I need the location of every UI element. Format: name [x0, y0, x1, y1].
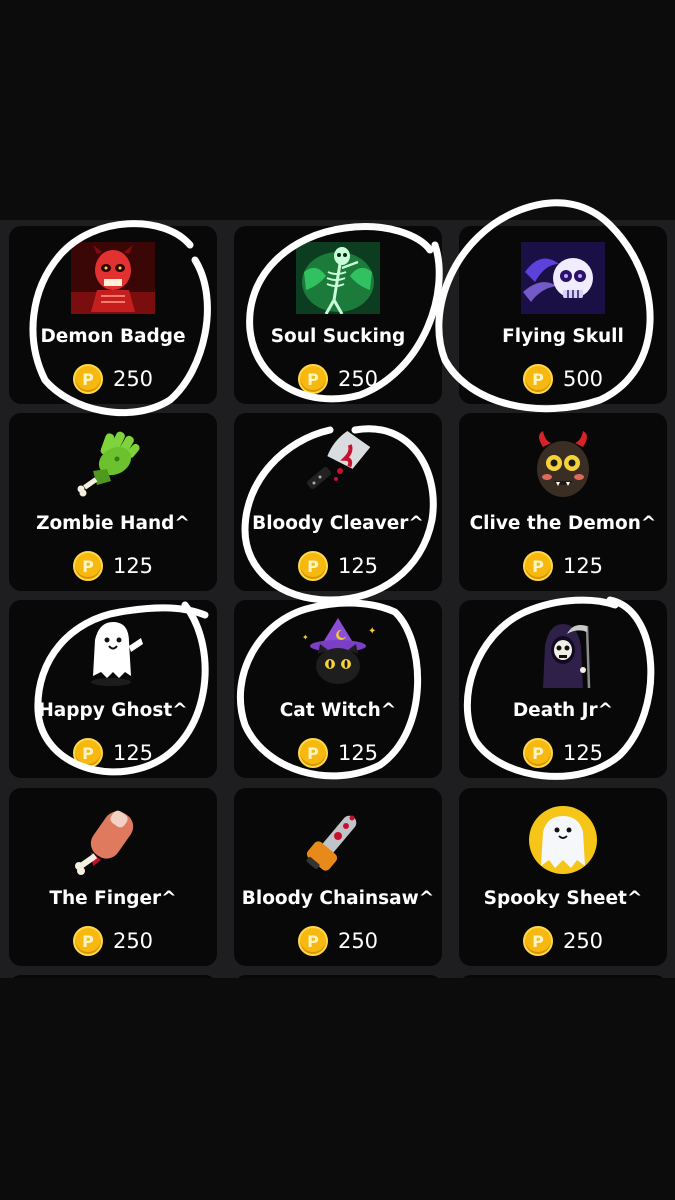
coin-icon: P [297, 926, 328, 956]
item-price: 250 [337, 367, 379, 391]
price-row: P 250 [9, 364, 217, 394]
coin-icon: P [72, 364, 103, 394]
price-row: P 125 [234, 738, 442, 768]
item-price: 250 [337, 929, 379, 953]
shop-item-card[interactable]: Zombie Hand^ P 125 [9, 413, 217, 591]
bloody-cleaver-icon [296, 429, 380, 501]
price-row: P 125 [9, 738, 217, 768]
price-row: P 125 [459, 551, 667, 581]
item-name: Demon Badge [40, 326, 186, 347]
clive-demon-icon [521, 429, 605, 501]
shop-item-card[interactable]: Happy Ghost^ P 125 [9, 600, 217, 778]
cat-witch-icon: ✦ ✦ [296, 616, 380, 688]
empty-footer-area [0, 978, 675, 1200]
item-name: Cat Witch^ [279, 700, 397, 721]
shop-item-card[interactable]: ✦ ✦ Cat Witch^ P 125 [234, 600, 442, 778]
soul-skeleton-icon [296, 242, 380, 314]
price-row: P 500 [459, 364, 667, 394]
item-name: Clive the Demon^ [469, 513, 657, 534]
shop-item-card[interactable]: Death Jr^ P 125 [459, 600, 667, 778]
zombie-hand-icon [71, 429, 155, 501]
price-row: P 250 [459, 926, 667, 956]
item-name: Bloody Chainsaw^ [241, 888, 435, 909]
shop-item-card[interactable]: Soul Sucking P 250 [234, 226, 442, 404]
shop-item-card[interactable]: Flying Skull P 500 [459, 226, 667, 404]
severed-finger-icon [71, 804, 155, 876]
coin-icon: P [522, 738, 553, 768]
price-row: P 125 [9, 551, 217, 581]
shop-item-card[interactable]: Bloody Cleaver^ P 125 [234, 413, 442, 591]
coin-icon: P [297, 364, 328, 394]
item-price: 500 [562, 367, 604, 391]
empty-header-area [0, 0, 675, 220]
coin-icon: P [522, 551, 553, 581]
shop-item-card[interactable]: Clive the Demon^ P 125 [459, 413, 667, 591]
coin-icon: P [297, 738, 328, 768]
item-price: 250 [562, 929, 604, 953]
price-row: P 250 [9, 926, 217, 956]
coin-icon: P [522, 364, 553, 394]
item-name: The Finger^ [49, 888, 177, 909]
item-name: Bloody Cleaver^ [252, 513, 424, 534]
item-price: 125 [562, 741, 604, 765]
item-name: Zombie Hand^ [36, 513, 190, 534]
coin-icon: P [72, 926, 103, 956]
coin-icon: P [297, 551, 328, 581]
grim-reaper-icon [521, 616, 605, 688]
item-price: 250 [112, 929, 154, 953]
price-row: P 125 [234, 551, 442, 581]
item-price: 125 [337, 554, 379, 578]
item-name: Spooky Sheet^ [483, 888, 643, 909]
demon-skull-icon [71, 242, 155, 314]
item-price: 125 [562, 554, 604, 578]
shop-item-card[interactable]: Demon Badge P 250 [9, 226, 217, 404]
spooky-sheet-ghost-icon [521, 804, 605, 876]
item-price: 125 [337, 741, 379, 765]
price-row: P 250 [234, 926, 442, 956]
shop-item-card[interactable]: The Finger^ P 250 [9, 788, 217, 966]
item-price: 250 [112, 367, 154, 391]
item-name: Soul Sucking [270, 326, 406, 347]
coin-icon: P [522, 926, 553, 956]
item-name: Flying Skull [502, 326, 624, 347]
bloody-chainsaw-icon [296, 804, 380, 876]
item-price: 125 [112, 554, 154, 578]
svg-text:✦: ✦ [302, 633, 309, 642]
shop-item-card[interactable]: Spooky Sheet^ P 250 [459, 788, 667, 966]
shop-item-card[interactable]: Bloody Chainsaw^ P 250 [234, 788, 442, 966]
coin-icon: P [72, 551, 103, 581]
svg-text:✦: ✦ [368, 626, 376, 637]
price-row: P 125 [459, 738, 667, 768]
happy-ghost-icon [71, 616, 155, 688]
price-row: P 250 [234, 364, 442, 394]
item-price: 125 [112, 741, 154, 765]
flying-skull-icon [521, 242, 605, 314]
item-name: Happy Ghost^ [38, 700, 188, 721]
coin-icon: P [72, 738, 103, 768]
item-name: Death Jr^ [512, 700, 614, 721]
